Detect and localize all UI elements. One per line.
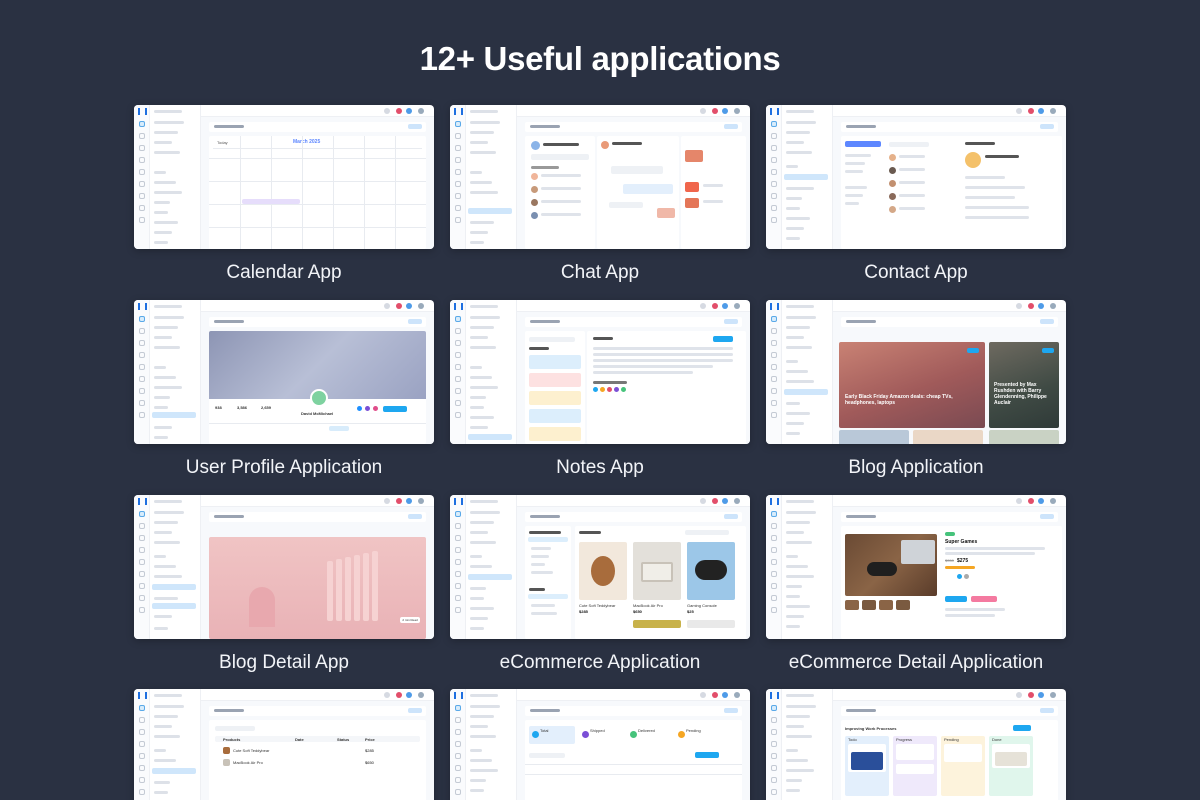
product-list-app-screenshot: Products Date Status Price Cute Soft Ted… (134, 689, 434, 800)
ecommerce-app-screenshot: Cute Soft Teddybear MacBook Air Pro Gami… (450, 495, 750, 639)
page-title: 12+ Useful applications (419, 40, 781, 77)
contact-app-caption: Contact App (864, 262, 968, 283)
blog-app-caption: Blog Application (848, 457, 984, 478)
calendar-app-screenshot: Today March 2025 (134, 105, 434, 249)
blog-detail-app-screenshot: 2 min Read (134, 495, 434, 639)
chat-app-caption: Chat App (560, 262, 640, 283)
ecommerce-detail-app-caption: eCommerce Detail Application (788, 652, 1044, 673)
kanban-app-screenshot: Improving Work Processes Todo Progress P… (766, 689, 1066, 800)
user-profile-app-screenshot: 938 3,586 2,659 David McMichael (134, 300, 434, 444)
notes-app-caption: Notes App (556, 457, 644, 478)
contact-app-screenshot (766, 105, 1066, 249)
calendar-app-caption: Calendar App (226, 262, 342, 283)
user-profile-app-caption: User Profile Application (185, 457, 383, 478)
blog-app-screenshot: Early Black Friday Amazon deals: cheap T… (766, 300, 1066, 444)
ecommerce-app-caption: eCommerce Application (499, 652, 701, 673)
blog-detail-app-caption: Blog Detail App (219, 652, 349, 673)
chat-app-screenshot (450, 105, 750, 249)
ecommerce-detail-app-screenshot: Super Games $275 $350 (766, 495, 1066, 639)
notes-app-screenshot (450, 300, 750, 444)
invoice-app-screenshot: Total Shipped Delivered Pending (450, 689, 750, 800)
